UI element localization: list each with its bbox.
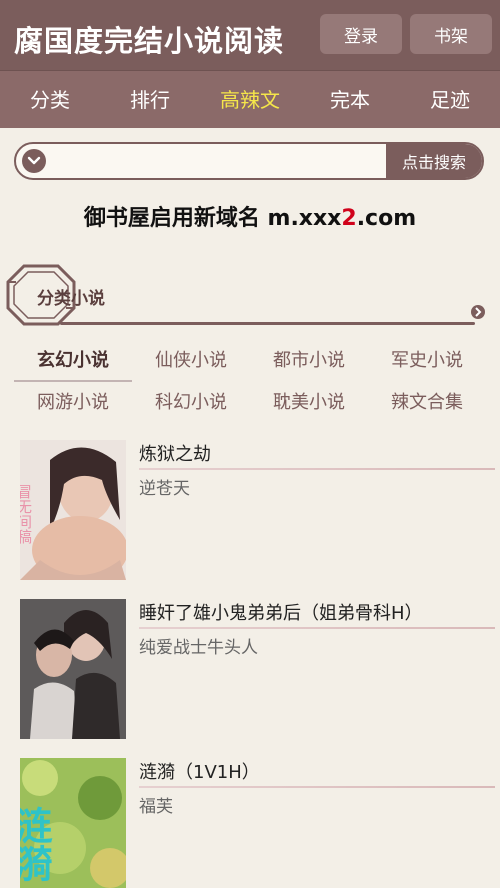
nav-item-category[interactable]: 分类	[0, 71, 100, 128]
nav-item-hot[interactable]: 高辣文	[200, 71, 300, 128]
top-header: 腐国度完结小说阅读 登录 书架	[0, 0, 500, 70]
book-divider	[139, 468, 495, 470]
book-title[interactable]: 炼狱之劫	[139, 440, 211, 466]
cover-text: 冒无间稿	[20, 484, 33, 544]
nav-item-history[interactable]: 足迹	[400, 71, 500, 128]
arrow-right-icon[interactable]	[470, 304, 486, 320]
category-wangyou[interactable]: 网游小说	[14, 382, 132, 424]
nav-item-ranking[interactable]: 排行	[100, 71, 200, 128]
category-xuanhuan[interactable]: 玄幻小说	[14, 340, 132, 382]
search-input[interactable]	[54, 146, 384, 176]
list-item[interactable]: 睡奸了雄小鬼弟弟后（姐弟骨科H） 纯爱战士牛头人	[20, 599, 495, 739]
site-title[interactable]: 腐国度完结小说阅读	[14, 18, 284, 60]
book-divider	[139, 627, 495, 629]
bookshelf-button[interactable]: 书架	[410, 14, 492, 54]
category-xianxia[interactable]: 仙侠小说	[132, 340, 250, 382]
chevron-down-icon[interactable]	[22, 149, 46, 173]
category-danmei[interactable]: 耽美小说	[250, 382, 368, 424]
nav-item-finished[interactable]: 完本	[300, 71, 400, 128]
main-nav: 分类 排行 高辣文 完本 足迹	[0, 70, 500, 128]
list-item[interactable]: 冒无间稿 炼狱之劫 逆苍天	[20, 440, 495, 580]
login-button[interactable]: 登录	[320, 14, 402, 54]
book-author: 逆苍天	[139, 479, 190, 499]
notice-accent: 2	[341, 206, 357, 231]
section-title: 分类小说	[37, 289, 105, 309]
search-button[interactable]: 点击搜索	[386, 144, 482, 178]
book-title[interactable]: 涟漪（1V1H）	[139, 758, 260, 784]
book-cover-image[interactable]	[20, 599, 126, 739]
book-cover-image[interactable]: 涟漪	[20, 758, 126, 888]
book-divider	[139, 786, 495, 788]
category-lawen[interactable]: 辣文合集	[368, 382, 486, 424]
list-item[interactable]: 涟漪 涟漪（1V1H） 福芙	[20, 758, 495, 888]
domain-notice: 御书屋启用新域名 m.xxx2.com	[0, 200, 500, 232]
book-author: 纯爱战士牛头人	[139, 638, 258, 658]
notice-prefix: 御书屋启用新域名 m.xxx	[83, 206, 342, 231]
section-divider	[60, 322, 475, 325]
book-cover-image[interactable]: 冒无间稿	[20, 440, 126, 580]
category-grid: 玄幻小说 仙侠小说 都市小说 军史小说 网游小说 科幻小说 耽美小说 辣文合集	[14, 340, 486, 424]
book-title[interactable]: 睡奸了雄小鬼弟弟后（姐弟骨科H）	[139, 599, 423, 625]
search-bar: 点击搜索	[14, 142, 484, 180]
category-dushi[interactable]: 都市小说	[250, 340, 368, 382]
cover-title-text: 涟漪	[20, 806, 52, 882]
category-junshi[interactable]: 军史小说	[368, 340, 486, 382]
category-kehuan[interactable]: 科幻小说	[132, 382, 250, 424]
notice-suffix: .com	[356, 206, 417, 231]
book-author: 福芙	[139, 797, 173, 817]
